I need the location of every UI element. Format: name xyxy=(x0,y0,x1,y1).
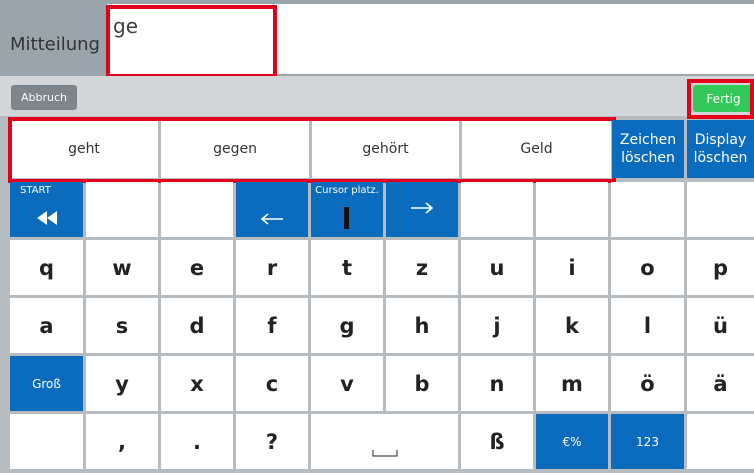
message-highlight xyxy=(106,5,277,78)
key-e[interactable]: e xyxy=(161,240,233,295)
key-z[interactable]: z xyxy=(386,240,458,295)
euro-percent-key[interactable]: €% xyxy=(536,414,608,469)
key-r[interactable]: r xyxy=(236,240,308,295)
cursor-right-key[interactable] xyxy=(386,182,458,237)
start-label: START xyxy=(20,185,51,196)
done-highlight xyxy=(687,79,754,119)
key-ae[interactable]: ä xyxy=(687,356,754,411)
key-sharp-s[interactable]: ß xyxy=(461,414,533,469)
action-bar xyxy=(0,76,754,116)
double-left-arrow-icon xyxy=(36,210,57,225)
right-arrow-icon xyxy=(411,201,434,214)
clear-display-line2: löschen xyxy=(693,150,748,166)
numbers-key[interactable]: 123 xyxy=(611,414,684,469)
empty-key[interactable] xyxy=(611,182,684,237)
key-m[interactable]: m xyxy=(536,356,608,411)
key-question[interactable]: ? xyxy=(236,414,308,469)
message-label: Mitteilung xyxy=(10,34,100,55)
empty-key[interactable] xyxy=(536,182,608,237)
delete-char-button[interactable]: Zeichen löschen xyxy=(612,120,684,178)
clear-display-button[interactable]: Display löschen xyxy=(687,120,754,178)
empty-key[interactable] xyxy=(10,414,83,469)
key-ue[interactable]: ü xyxy=(687,298,754,353)
empty-key[interactable] xyxy=(461,182,533,237)
key-n[interactable]: n xyxy=(461,356,533,411)
key-p[interactable]: p xyxy=(687,240,754,295)
delete-char-line2: löschen xyxy=(621,150,675,166)
left-arrow-icon xyxy=(260,212,283,225)
empty-key[interactable] xyxy=(86,182,158,237)
key-period[interactable]: . xyxy=(161,414,233,469)
key-b[interactable]: b xyxy=(386,356,458,411)
key-l[interactable]: l xyxy=(611,298,684,353)
empty-key[interactable] xyxy=(687,414,754,469)
key-i[interactable]: i xyxy=(536,240,608,295)
key-q[interactable]: q xyxy=(10,240,83,295)
clear-display-line1: Display xyxy=(694,132,747,148)
key-t[interactable]: t xyxy=(311,240,383,295)
cursor-left-key[interactable] xyxy=(236,182,308,237)
predictions-highlight xyxy=(8,117,616,183)
key-d[interactable]: d xyxy=(161,298,233,353)
key-c[interactable]: c xyxy=(236,356,308,411)
space-icon xyxy=(372,449,397,456)
cursor-label: Cursor platz. xyxy=(315,185,379,196)
cursor-place-key[interactable]: Cursor platz. xyxy=(311,182,383,237)
delete-char-line1: Zeichen xyxy=(619,132,677,148)
empty-key[interactable] xyxy=(687,182,754,237)
key-s[interactable]: s xyxy=(86,298,158,353)
key-h[interactable]: h xyxy=(386,298,458,353)
key-g[interactable]: g xyxy=(311,298,383,353)
shift-key[interactable]: Groß xyxy=(10,356,83,411)
key-j[interactable]: j xyxy=(461,298,533,353)
key-a[interactable]: a xyxy=(10,298,83,353)
space-key[interactable] xyxy=(311,414,458,469)
key-y[interactable]: y xyxy=(86,356,158,411)
text-cursor-icon xyxy=(344,206,349,229)
cancel-button[interactable]: Abbruch xyxy=(11,85,77,110)
key-oe[interactable]: ö xyxy=(611,356,684,411)
start-key[interactable]: START xyxy=(10,182,83,237)
key-o[interactable]: o xyxy=(611,240,684,295)
key-comma[interactable]: , xyxy=(86,414,158,469)
key-v[interactable]: v xyxy=(311,356,383,411)
key-w[interactable]: w xyxy=(86,240,158,295)
key-u[interactable]: u xyxy=(461,240,533,295)
key-x[interactable]: x xyxy=(161,356,233,411)
key-k[interactable]: k xyxy=(536,298,608,353)
key-f[interactable]: f xyxy=(236,298,308,353)
empty-key[interactable] xyxy=(161,182,233,237)
